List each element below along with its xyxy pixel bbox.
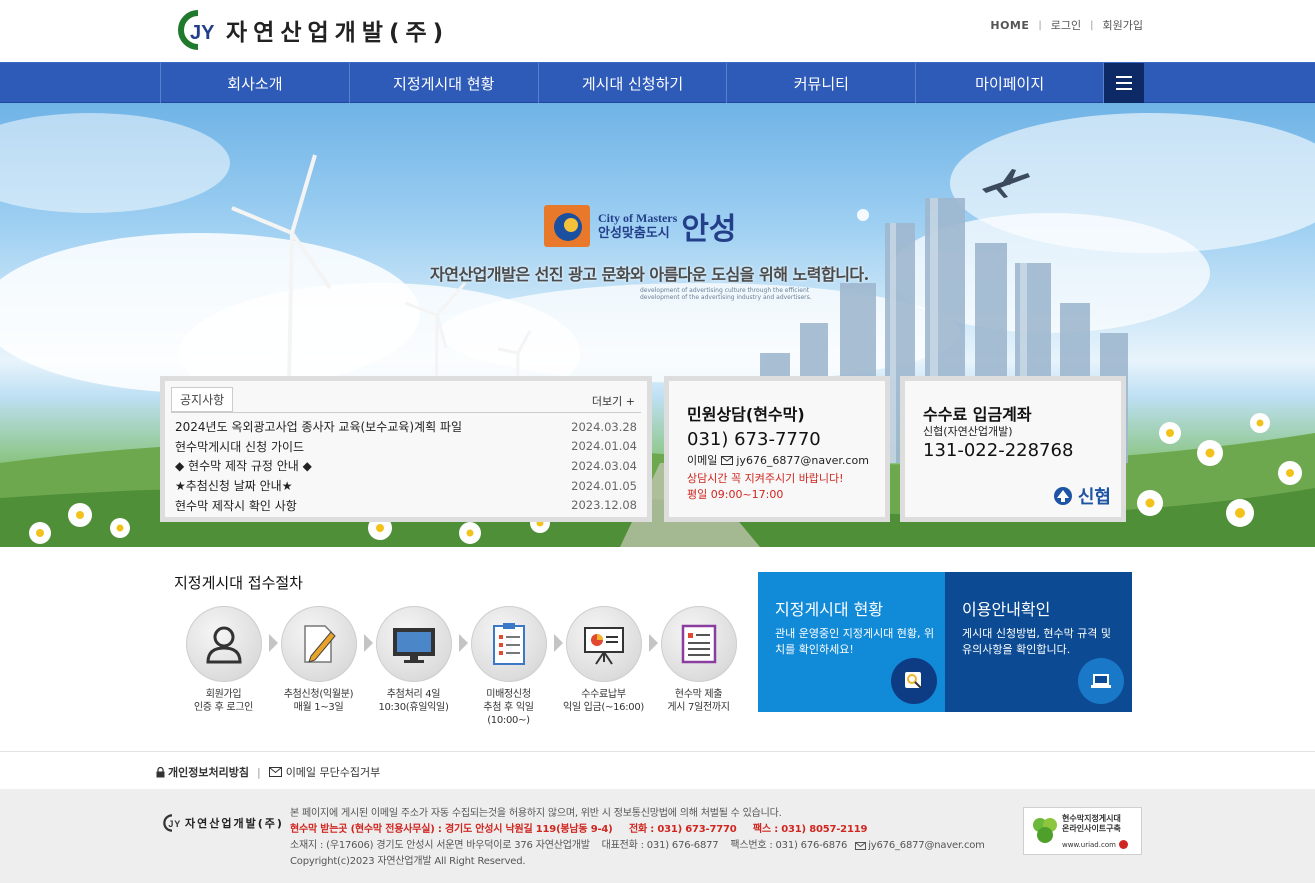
notice-item[interactable]: 현수막게시대 신청 가이드 2024.01.04 [175, 437, 637, 457]
privacy-policy-link[interactable]: 개인정보처리방침 [168, 764, 249, 780]
hero-slogan: 자연산업개발은 선진 광고 문화와 아름다운 도심을 위해 노력합니다. [430, 265, 869, 284]
notice-item[interactable]: 2024년도 옥외광고사업 종사자 교육(보수교육)계획 파일 2024.03.… [175, 417, 637, 437]
user-icon [185, 606, 262, 682]
top-links: HOME | 로그인 | 회원가입 [990, 17, 1143, 33]
process-step: 수수료납부 익일 입금(~16:00) [556, 606, 658, 727]
civil-email: 이메일 jy676_6877@naver.com [687, 453, 869, 468]
mail-icon [855, 842, 867, 850]
civil-consult-box: 민원상담(현수막) 031) 673-7770 이메일 jy676_6877@n… [664, 376, 890, 522]
civil-phone: 031) 673-7770 [687, 429, 821, 450]
site-footer: JY 자연산업개발(주) 본 페이지에 게시된 이메일 주소가 자동 수집되는것… [0, 789, 1315, 883]
lock-icon [156, 766, 165, 777]
laptop-icon [1078, 658, 1124, 704]
city-slogan-korean: 안성맞춤도시 [598, 226, 670, 241]
mail-icon [268, 767, 282, 777]
footer-info: 본 페이지에 게시된 이메일 주소가 자동 수집되는것을 허용하지 않으며, 위… [290, 808, 985, 867]
monitor-icon [375, 606, 452, 682]
arrow-right-icon [1118, 840, 1128, 849]
jy-logo-icon: JY [176, 10, 220, 50]
clipboard-icon [470, 606, 547, 682]
login-link[interactable]: 로그인 [1051, 17, 1081, 33]
svg-text:JY: JY [190, 22, 215, 44]
civil-warning: 상담시간 꼭 지켜주시기 바랍니다! [687, 472, 844, 485]
notice-item[interactable]: 현수막 제작시 확인 사항 2023.12.08 [175, 495, 637, 515]
fee-account: 131-022-228768 [923, 440, 1074, 461]
process-steps: 회원가입 인증 후 로그인 추첨신청(익월분) 매월 1~3일 추첨처리 4일 10:… [176, 606, 746, 727]
notice-board: 공지사항 더보기 + 2024년도 옥외광고사업 종사자 교육(보수교육)계획 … [160, 376, 652, 522]
svg-text:JY: JY [168, 819, 181, 829]
footer-links: 개인정보처리방침 | 이메일 무단수집거부 [0, 751, 1315, 789]
anseong-city-logo: City of Masters 안성맞춤도시 안성 [542, 203, 737, 249]
presentation-icon [565, 606, 642, 682]
nav-item-community[interactable]: 커뮤니티 [726, 63, 915, 103]
clover-leaf-icon [1033, 818, 1057, 843]
fee-account-box: 수수료 입금계좌 신협(자연산업개발) 131-022-228768 신협 [900, 376, 1126, 522]
uriad-badge[interactable]: 현수막지정게시대 온라인사이트구축 www.uriad.com [1023, 807, 1142, 855]
signup-link[interactable]: 회원가입 [1103, 17, 1143, 33]
nav-item-board-apply[interactable]: 게시대 신청하기 [537, 63, 727, 103]
nav-item-mypage[interactable]: 마이페이지 [915, 63, 1105, 103]
checklist-icon [660, 606, 737, 682]
tab-notice[interactable]: 공지사항 [171, 387, 234, 412]
notice-item[interactable]: ◆ 현수막 제작 규정 안내 ◆ 2024.03.04 [175, 456, 637, 476]
mail-icon [721, 455, 734, 465]
pencil-icon [280, 606, 357, 682]
process-step: 추첨신청(익월분) 매월 1~3일 [271, 606, 373, 727]
map-search-icon [891, 658, 937, 704]
process-step: 현수막 제출 게시 7일전까지 [651, 606, 746, 727]
home-link[interactable]: HOME [990, 19, 1029, 32]
hamburger-menu-icon[interactable] [1104, 63, 1145, 103]
process-step: 미배정신청 추첨 후 익일 (10:00~) [461, 606, 563, 727]
process-step: 회원가입 인증 후 로그인 [176, 606, 278, 727]
process-title: 지정게시대 접수절차 [174, 574, 303, 592]
shinhyup-logo: 신협 [1052, 483, 1111, 509]
city-emblem-icon [544, 205, 590, 247]
fee-title: 수수료 입금계좌 [923, 405, 1032, 424]
company-logo[interactable]: JY 자연산업개발(주) [176, 10, 449, 50]
notice-more-link[interactable]: 더보기 + [592, 393, 635, 409]
city-name-english: City of Masters [598, 211, 678, 225]
email-reject-link[interactable]: 이메일 무단수집거부 [286, 764, 381, 780]
fee-bank: 신협(자연산업개발) [923, 425, 1013, 438]
nav-item-board-status[interactable]: 지정게시대 현황 [348, 63, 538, 103]
civil-title: 민원상담(현수막) [687, 405, 805, 424]
notice-item[interactable]: ★추첨신청 날짜 안내★ 2024.01.05 [175, 476, 637, 496]
shinhyup-emblem-icon [1053, 487, 1072, 505]
jy-logo-icon: JY [163, 814, 181, 832]
nav-item-about[interactable]: 회사소개 [160, 63, 349, 103]
main-nav: 회사소개 지정게시대 현황 게시대 신청하기 커뮤니티 마이페이지 [0, 62, 1315, 103]
hero-subtext: development of advertising culture throu… [640, 287, 812, 301]
process-step: 추첨처리 4일 10:30(휴일익일) [366, 606, 468, 727]
company-name: 자연산업개발(주) [226, 20, 450, 46]
site-header: JY 자연산업개발(주) HOME | 로그인 | 회원가입 [0, 0, 1315, 62]
usage-guide-tile[interactable]: 이용안내확인 게시대 신청방법, 현수막 규격 및 유의사항을 확인합니다. [945, 572, 1132, 712]
board-status-tile[interactable]: 지정게시대 현황 관내 운영중인 지정게시대 현황, 위치를 확인하세요! [758, 572, 945, 712]
civil-hours: 평일 09:00~17:00 [687, 488, 784, 501]
footer-logo: JY 자연산업개발(주) [162, 814, 284, 832]
city-name: 안성 [681, 212, 737, 247]
